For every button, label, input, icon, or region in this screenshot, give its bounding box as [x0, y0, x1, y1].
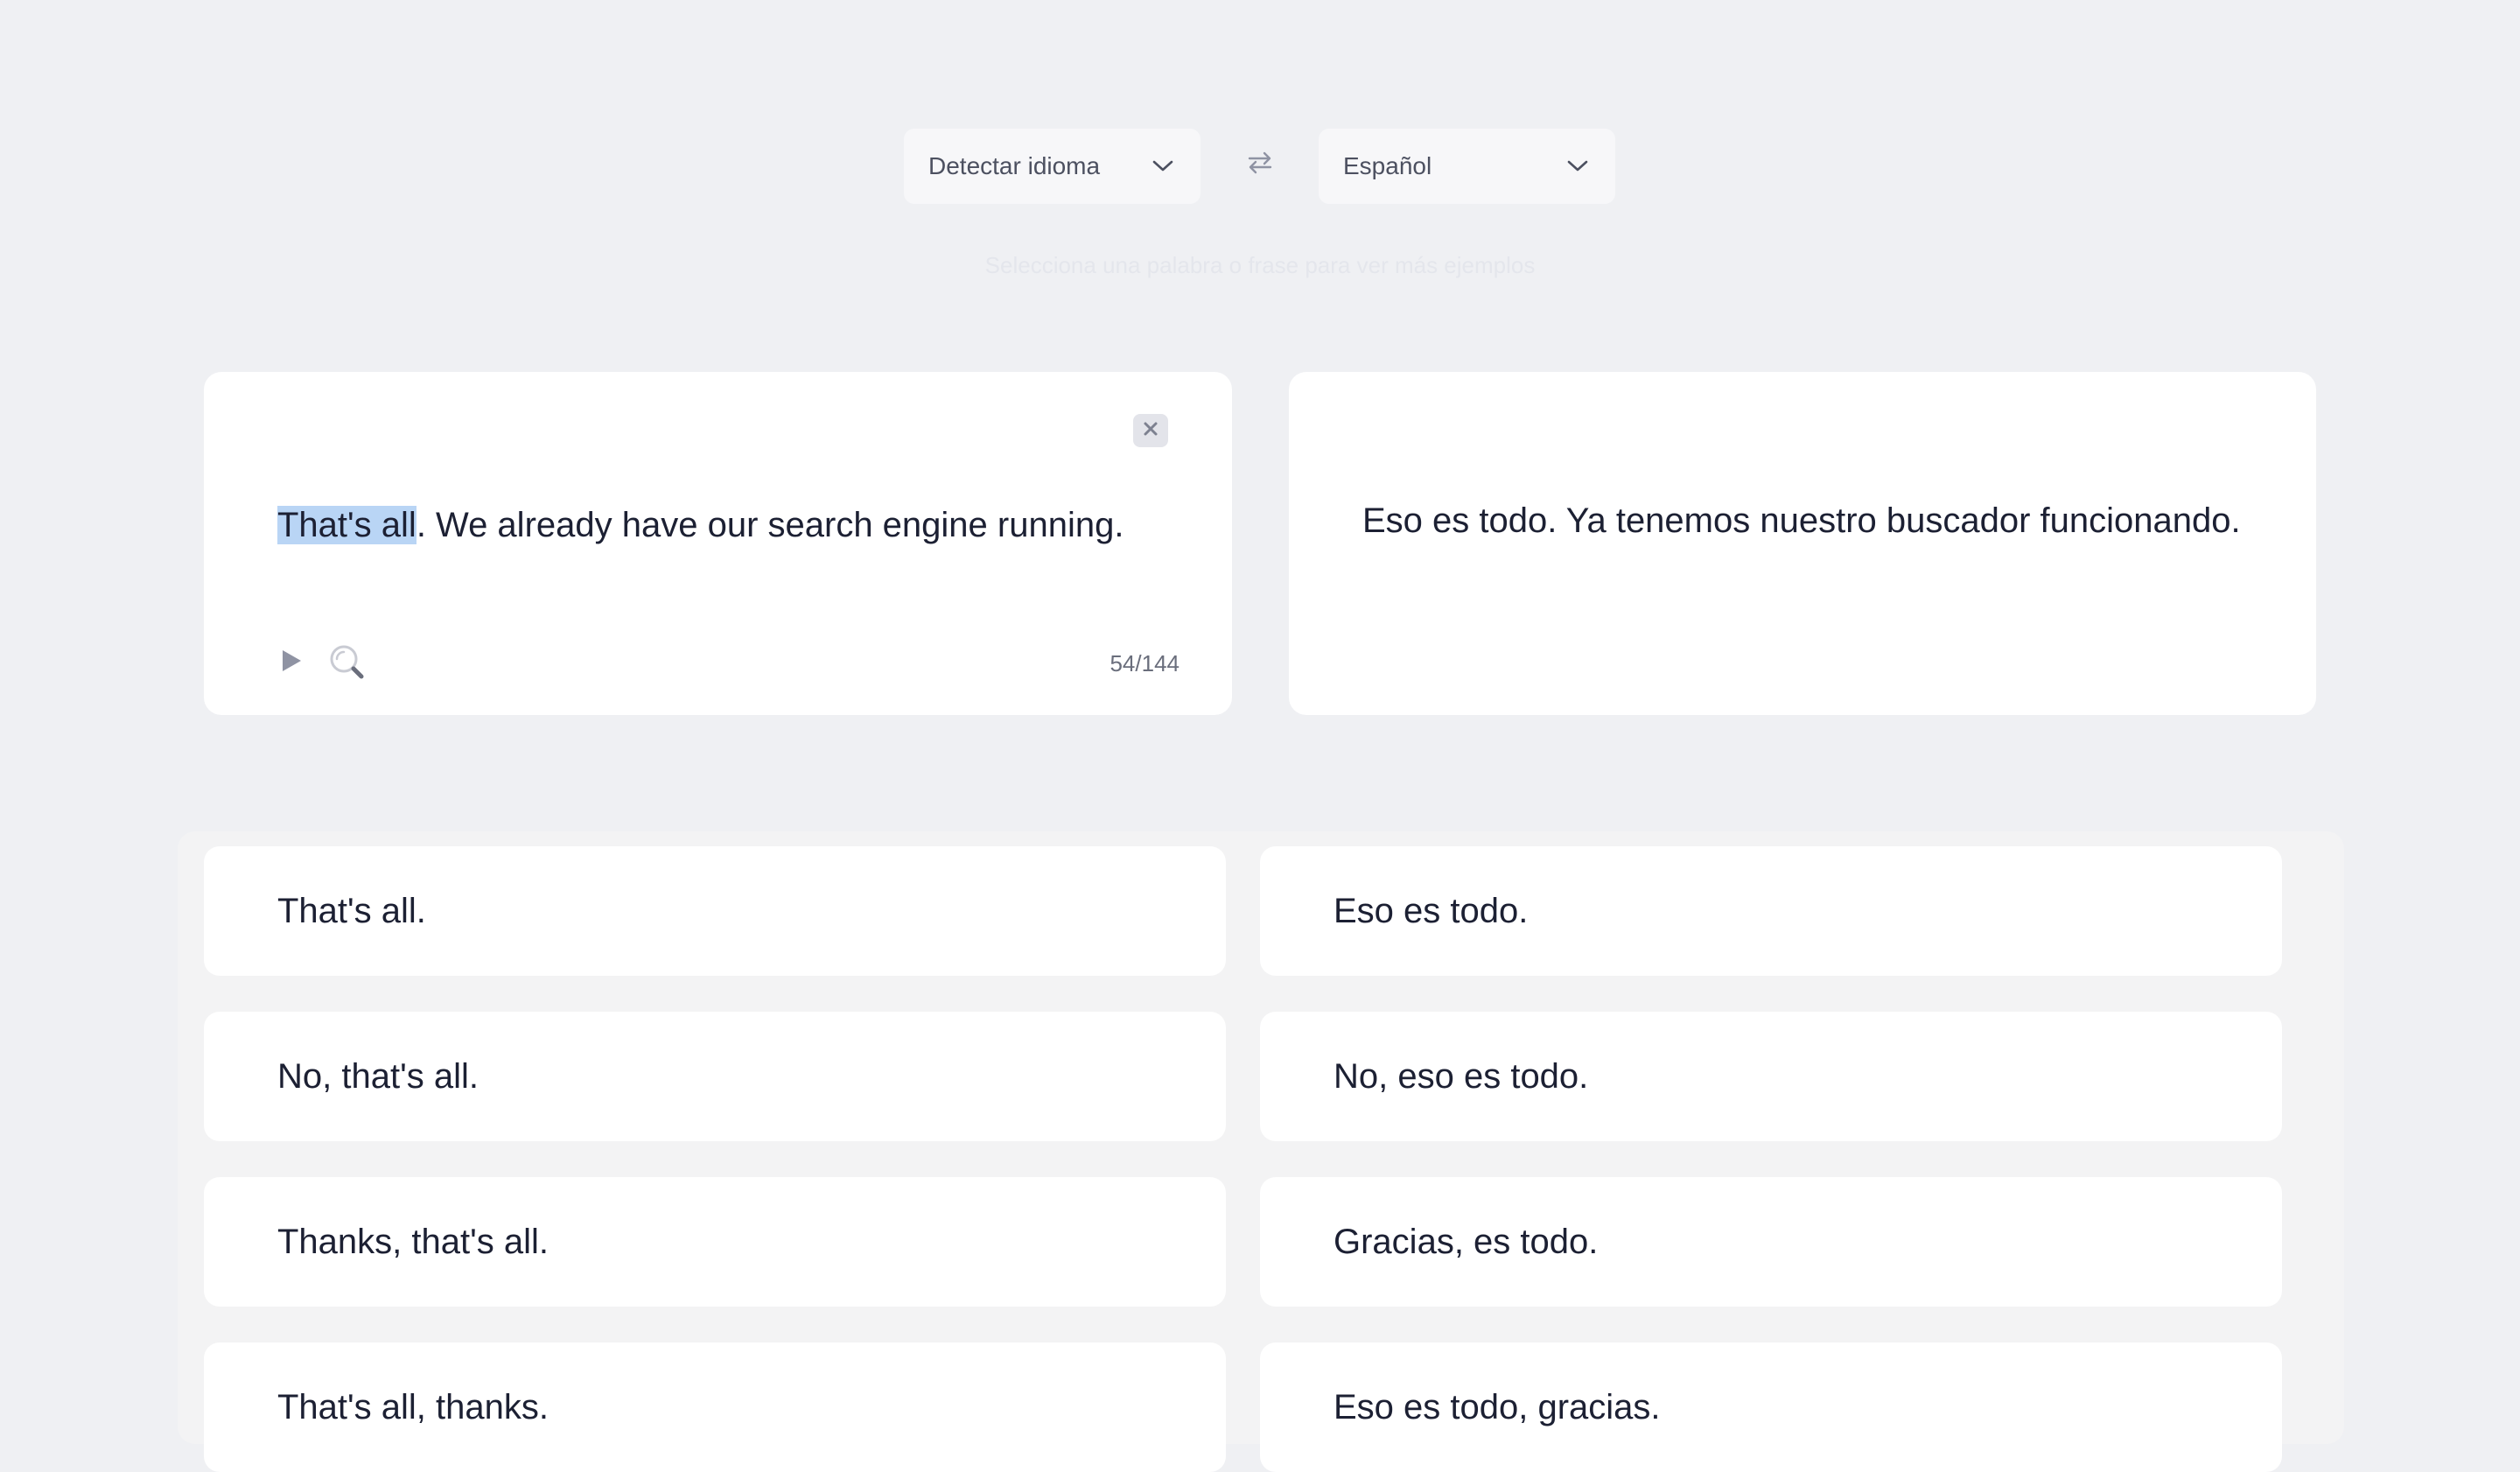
example-translation: No, eso es todo. — [1260, 1012, 2282, 1141]
example-translation: Eso es todo. — [1260, 846, 2282, 976]
target-language-select[interactable]: Español — [1319, 129, 1615, 204]
close-icon — [1143, 421, 1158, 441]
search-icon — [328, 643, 365, 684]
character-counter: 54/144 — [1110, 650, 1180, 676]
translation-card: Eso es todo. Ya tenemos nuestro buscador… — [1289, 372, 2316, 715]
target-language-label: Español — [1343, 152, 1432, 179]
source-text-rest: . We already have our search engine runn… — [416, 506, 1124, 544]
example-translation: Gracias, es todo. — [1260, 1177, 2282, 1307]
swap-icon — [1247, 151, 1273, 179]
example-source: Thanks, that's all. — [204, 1177, 1226, 1307]
translation-text: Eso es todo. Ya tenemos nuestro buscador… — [1362, 501, 2241, 540]
example-translation: Eso es todo, gracias. — [1260, 1342, 2282, 1472]
source-language-label: Detectar idioma — [928, 152, 1101, 179]
play-icon — [280, 648, 303, 677]
example-source: That's all. — [204, 846, 1226, 976]
lookup-button[interactable] — [328, 645, 365, 682]
clear-button[interactable] — [1133, 414, 1168, 447]
selected-phrase[interactable]: That's all — [277, 506, 416, 544]
swap-languages-button[interactable] — [1242, 147, 1278, 182]
source-text-card: That's all. We already have our search e… — [204, 372, 1232, 715]
play-audio-button[interactable] — [277, 648, 305, 676]
chevron-down-icon — [1566, 155, 1589, 178]
chevron-down-icon — [1152, 155, 1174, 178]
selection-hint: Selecciona una palabra o frase para ver … — [984, 252, 1536, 278]
source-text-input[interactable]: That's all. We already have our search e… — [277, 501, 1124, 550]
example-source: That's all, thanks. — [204, 1342, 1226, 1472]
source-language-select[interactable]: Detectar idioma — [904, 129, 1200, 204]
example-source: No, that's all. — [204, 1012, 1226, 1141]
